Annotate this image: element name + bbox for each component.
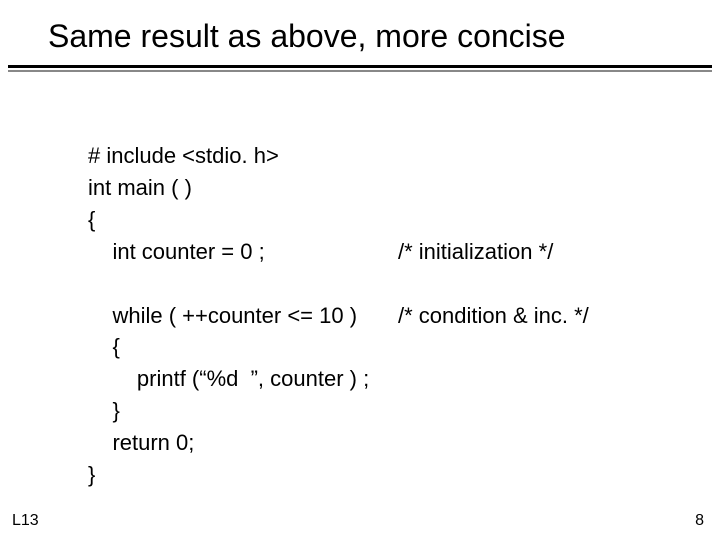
slide: Same result as above, more concise # inc… — [0, 0, 720, 540]
code-line: { — [88, 331, 398, 363]
code-comment: /* condition & inc. */ — [398, 300, 680, 332]
code-block: # include <stdio. h> int main ( ) { int … — [88, 140, 680, 491]
blank-line — [88, 268, 680, 300]
code-line: int counter = 0 ; — [88, 236, 398, 268]
code-line: } — [88, 395, 398, 427]
code-line: printf (“%d ”, counter ) ; — [88, 363, 398, 395]
code-line: { — [88, 204, 398, 236]
title-rule — [8, 65, 712, 68]
code-line: int main ( ) — [88, 172, 398, 204]
footer-lecture-number: L13 — [12, 512, 39, 530]
code-comment: /* initialization */ — [398, 236, 680, 268]
code-line: } — [88, 459, 398, 491]
footer-page-number: 8 — [695, 512, 704, 530]
code-line: return 0; — [88, 427, 398, 459]
code-line: # include <stdio. h> — [88, 140, 398, 172]
code-line: while ( ++counter <= 10 ) — [88, 300, 398, 332]
title-rule-shadow — [8, 70, 712, 72]
slide-title: Same result as above, more concise — [0, 0, 720, 65]
